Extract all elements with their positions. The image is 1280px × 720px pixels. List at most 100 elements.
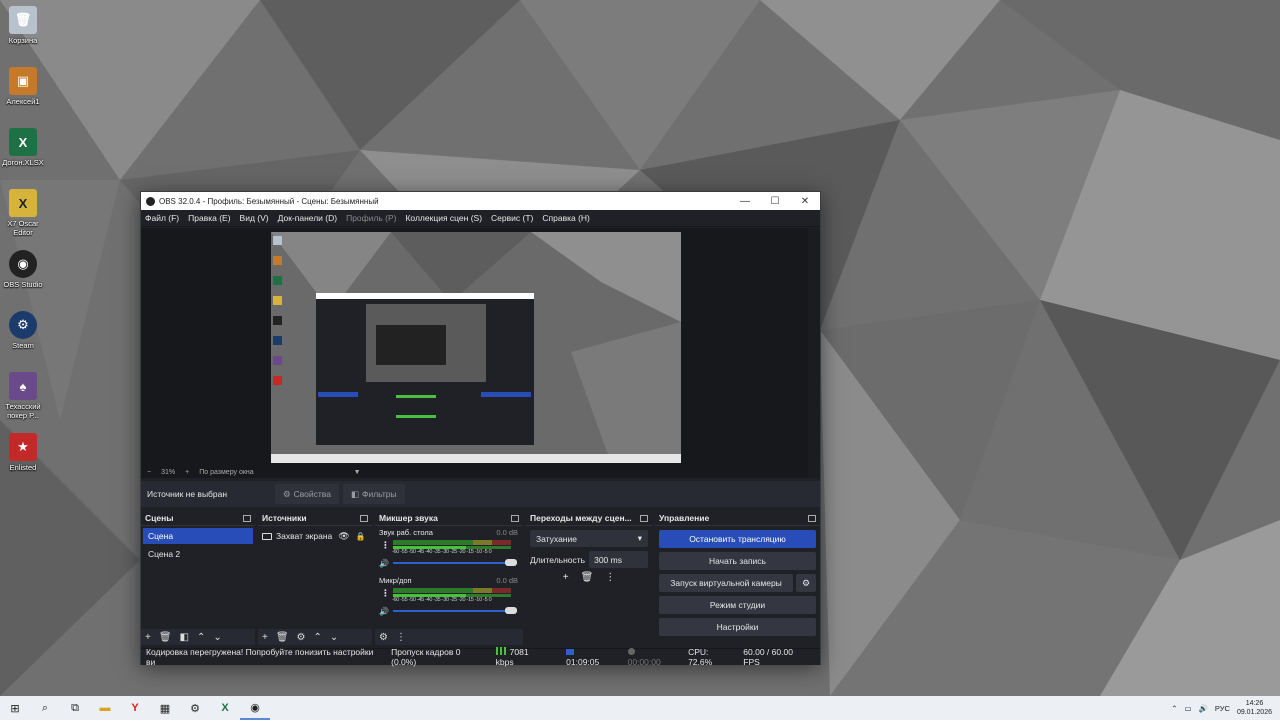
- settings-app-icon[interactable]: ⚙: [180, 696, 210, 720]
- menu-help[interactable]: Справка (H): [542, 213, 590, 223]
- properties-button[interactable]: ⚙ Свойства: [275, 484, 339, 504]
- start-windows-icon[interactable]: ⊞: [0, 696, 30, 720]
- window-title: OBS 32.0.4 - Профиль: Безымянный - Сцены…: [159, 196, 379, 206]
- zoom-bar: − 31% + По размеру окна ▼: [141, 466, 808, 478]
- excel-icon: X: [9, 128, 37, 156]
- menu-view[interactable]: Вид (V): [240, 213, 269, 223]
- channel-db: 0.0 dB: [496, 576, 518, 585]
- virtual-camera-button[interactable]: Запуск виртуальной камеры: [659, 574, 793, 592]
- language-indicator[interactable]: РУС: [1215, 704, 1230, 713]
- menu-scene-collection[interactable]: Коллекция сцен (S): [405, 213, 482, 223]
- gear-icon[interactable]: ⚙: [297, 632, 306, 643]
- add-icon[interactable]: +: [563, 572, 569, 583]
- add-icon[interactable]: +: [145, 632, 151, 643]
- speaker-icon[interactable]: 🔊: [379, 607, 391, 616]
- preview-area[interactable]: [141, 228, 808, 466]
- desktop-icon-poker[interactable]: ♠ Техасский покер Р...: [2, 372, 44, 420]
- menu-edit[interactable]: Правка (E): [188, 213, 230, 223]
- zoom-in-button[interactable]: +: [185, 469, 189, 476]
- fps: 60.00 / 60.00 FPS: [743, 647, 793, 667]
- mixer-channel: Микр/доп 0.0 dB ⋮ -60 -55 -50 -45 -40 -3…: [375, 574, 523, 622]
- arrow-up-icon[interactable]: ⌃: [197, 632, 205, 643]
- volume-knob[interactable]: [505, 607, 517, 614]
- network-icon[interactable]: ▭: [1184, 704, 1191, 713]
- clock[interactable]: 14:26 09.01.2026: [1237, 699, 1272, 717]
- trash-icon[interactable]: 🗑: [276, 632, 289, 643]
- filter-icon[interactable]: ◧: [180, 632, 189, 643]
- preview-scrollbar[interactable]: [808, 228, 820, 478]
- file-explorer-icon[interactable]: ▬: [90, 696, 120, 720]
- desktop-icon-oscar[interactable]: X X7 Oscar Editor: [2, 189, 44, 237]
- arrow-down-icon[interactable]: ⌄: [330, 632, 338, 643]
- menu-file[interactable]: Файл (F): [145, 213, 179, 223]
- transition-select[interactable]: Затухание ▾: [530, 530, 648, 547]
- menu-tools[interactable]: Сервис (T): [491, 213, 533, 223]
- advanced-audio-icon[interactable]: ⚙: [379, 632, 388, 643]
- chevron-down-icon[interactable]: ▼: [354, 469, 361, 476]
- menu-profile[interactable]: Профиль (P): [346, 213, 396, 223]
- more-icon[interactable]: ⋮: [381, 588, 390, 599]
- volume-knob[interactable]: [505, 559, 517, 566]
- menu-bar: Файл (F) Правка (E) Вид (V) Док-панели (…: [141, 210, 820, 227]
- stop-stream-button[interactable]: Остановить трансляцию: [659, 530, 816, 548]
- channel-db: 0.0 dB: [496, 528, 518, 537]
- more-icon[interactable]: ⋮: [605, 572, 615, 583]
- record-icon: [627, 648, 635, 655]
- volume-meter: [393, 588, 511, 593]
- gear-icon[interactable]: ⚙: [796, 574, 816, 592]
- arrow-down-icon[interactable]: ⌄: [213, 632, 221, 643]
- desktop-icon-excel[interactable]: X Догон.XLSX: [2, 128, 44, 167]
- start-record-button[interactable]: Начать запись: [659, 552, 816, 570]
- undock-icon[interactable]: [360, 514, 368, 522]
- maximize-button[interactable]: ☐: [760, 192, 790, 210]
- zoom-out-button[interactable]: −: [147, 469, 151, 476]
- title-bar[interactable]: OBS 32.0.4 - Профиль: Безымянный - Сцены…: [141, 192, 820, 210]
- mixer-dock: Микшер звука Звук раб. стола 0.0 dB ⋮ -6…: [375, 511, 523, 645]
- desktop-icon-steam[interactable]: ⚙ Steam: [2, 311, 44, 350]
- undock-icon[interactable]: [808, 514, 816, 522]
- zoom-fit-select[interactable]: По размеру окна: [199, 469, 253, 476]
- undock-icon[interactable]: [640, 514, 648, 522]
- duration-field[interactable]: 300 ms: [589, 551, 648, 568]
- desktop-icon-recycle-bin[interactable]: 🗑 Корзина: [2, 6, 44, 45]
- calculator-icon[interactable]: ▦: [150, 696, 180, 720]
- add-icon[interactable]: +: [262, 632, 268, 643]
- volume-icon[interactable]: 🔊: [1199, 704, 1208, 713]
- chevron-up-icon[interactable]: ⌃: [1171, 704, 1177, 713]
- obs-icon[interactable]: ◉: [240, 696, 270, 720]
- scene-item[interactable]: Сцена 2: [143, 546, 253, 562]
- filters-button[interactable]: ◧ Фильтры: [342, 484, 405, 504]
- volume-slider[interactable]: [393, 559, 517, 566]
- source-item[interactable]: Захват экрана 👁 🔒: [262, 528, 368, 544]
- more-icon[interactable]: ⋮: [381, 540, 390, 551]
- undock-icon[interactable]: [243, 514, 251, 522]
- trash-icon[interactable]: 🗑: [581, 572, 594, 583]
- menu-docks[interactable]: Док-панели (D): [278, 213, 337, 223]
- undock-icon[interactable]: [511, 514, 519, 522]
- clock-date: 09.01.2026: [1236, 709, 1272, 716]
- eye-icon[interactable]: 👁: [338, 531, 349, 542]
- desktop-icon-enlisted[interactable]: ★ Enlisted: [2, 433, 44, 472]
- excel-icon[interactable]: X: [210, 696, 240, 720]
- volume-slider[interactable]: [393, 607, 517, 614]
- volume-meter: [393, 540, 511, 545]
- scenes-title: Сцены: [145, 513, 174, 523]
- scene-item[interactable]: Сцена: [143, 528, 253, 544]
- search-icon[interactable]: ⌕: [30, 696, 60, 720]
- system-tray: ⌃ ▭ 🔊 РУС 14:26 09.01.2026: [1164, 696, 1272, 720]
- close-button[interactable]: ✕: [790, 192, 820, 210]
- gear-icon: ⚙: [283, 488, 291, 499]
- desktop-icon-image[interactable]: ▣ Алексей1: [2, 67, 44, 106]
- minimize-button[interactable]: —: [730, 192, 760, 210]
- more-icon[interactable]: ⋮: [396, 632, 406, 643]
- task-view-icon[interactable]: ⧉: [60, 696, 90, 720]
- settings-button[interactable]: Настройки: [659, 618, 816, 636]
- desktop-icon-obs[interactable]: ◉ OBS Studio: [2, 250, 44, 289]
- yandex-browser-icon[interactable]: Y: [120, 696, 150, 720]
- arrow-up-icon[interactable]: ⌃: [314, 632, 322, 643]
- record-time: 00:00:00: [627, 657, 661, 667]
- lock-icon[interactable]: 🔒: [356, 532, 366, 541]
- speaker-icon[interactable]: 🔊: [379, 559, 391, 568]
- studio-mode-button[interactable]: Режим студии: [659, 596, 816, 614]
- trash-icon[interactable]: 🗑: [159, 632, 172, 643]
